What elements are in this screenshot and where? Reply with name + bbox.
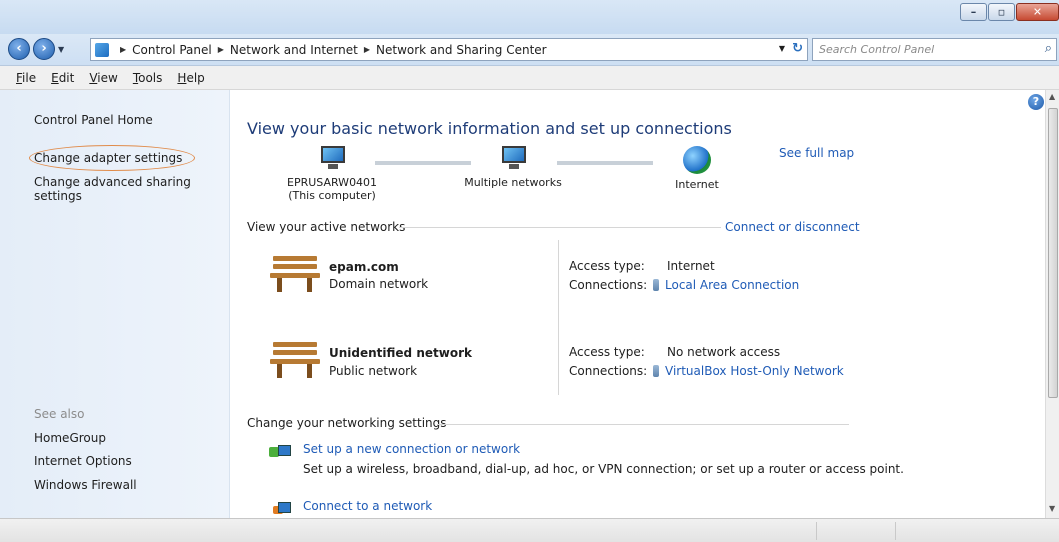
access-type-label: Access type: [569, 259, 645, 273]
menu-tools[interactable]: Tools [133, 71, 163, 85]
menu-file[interactable]: File [16, 71, 36, 85]
control-panel-icon [95, 42, 109, 57]
new-connection-icon [269, 443, 291, 461]
domain-network-icon [267, 254, 323, 294]
breadcrumb-control-panel[interactable]: Control Panel [132, 43, 212, 57]
network-type-link[interactable]: Public network [329, 364, 417, 378]
networks-label: Multiple networks [464, 176, 562, 189]
minimize-icon: – [970, 5, 977, 19]
connections-label: Connections: [569, 364, 648, 378]
status-bar [0, 518, 1059, 542]
divider [558, 240, 559, 395]
search-input[interactable]: Search Control Panel ⌕ [812, 38, 1057, 61]
map-internet-node[interactable]: Internet [659, 146, 735, 191]
search-icon[interactable]: ⌕ [1045, 41, 1052, 56]
active-networks-heading: View your active networks [247, 220, 406, 234]
computer-name: EPRUSARW0401 [287, 176, 378, 189]
status-divider [816, 522, 817, 540]
main-content: ? View your basic network information an… [231, 90, 1045, 518]
computer-icon [317, 146, 347, 170]
breadcrumb-separator-icon: ▶ [120, 45, 127, 54]
access-type-value: Internet [667, 259, 715, 273]
breadcrumb-separator-icon: ▶ [217, 45, 224, 54]
window-controls: – ▫ ✕ [959, 3, 1059, 21]
see-full-map-link[interactable]: See full map [779, 146, 854, 160]
network-adapter-icon [653, 365, 659, 377]
map-computer-node[interactable]: EPRUSARW0401 (This computer) [287, 146, 377, 202]
change-settings-heading: Change your networking settings [247, 416, 447, 430]
menu-help[interactable]: Help [177, 71, 204, 85]
back-button[interactable]: ‹ [8, 38, 30, 60]
recent-pages-dropdown[interactable]: ▼ [58, 45, 64, 54]
vertical-scrollbar[interactable]: ▲ ▼ [1045, 90, 1059, 518]
maximize-icon: ▫ [997, 5, 1006, 19]
access-type-label: Access type: [569, 345, 645, 359]
connection-link-label: VirtualBox Host-Only Network [665, 364, 844, 378]
scroll-down-arrow-icon[interactable]: ▼ [1049, 504, 1055, 513]
connect-network-icon [269, 500, 291, 518]
network-type-link[interactable]: Domain network [329, 277, 428, 291]
connection-link[interactable]: Local Area Connection [653, 278, 799, 292]
menu-view[interactable]: View [89, 71, 117, 85]
back-arrow-icon: ‹ [16, 41, 22, 56]
help-icon[interactable]: ? [1028, 94, 1044, 110]
connection-link-label: Local Area Connection [665, 278, 800, 292]
window-titlebar: – ▫ ✕ [0, 0, 1059, 34]
connect-or-disconnect-link[interactable]: Connect or disconnect [725, 220, 860, 234]
computer-sublabel: (This computer) [288, 189, 376, 202]
homegroup-link[interactable]: HomeGroup [34, 431, 106, 445]
setup-new-connection-link[interactable]: Set up a new connection or network [303, 442, 520, 456]
menu-edit[interactable]: Edit [51, 71, 74, 85]
windows-firewall-link[interactable]: Windows Firewall [34, 478, 137, 492]
connection-link[interactable]: VirtualBox Host-Only Network [653, 364, 844, 378]
minimize-button[interactable]: – [960, 3, 987, 21]
breadcrumb-network-internet[interactable]: Network and Internet [230, 43, 358, 57]
forward-arrow-icon: › [41, 41, 47, 56]
breadcrumb: ▶ Control Panel ▶ Network and Internet ▶… [114, 43, 547, 57]
internet-globe-icon [683, 146, 711, 174]
network-name: Unidentified network [329, 346, 472, 360]
maximize-button[interactable]: ▫ [988, 3, 1015, 21]
breadcrumb-separator-icon: ▶ [363, 45, 371, 54]
connect-to-network-link[interactable]: Connect to a network [303, 499, 432, 513]
close-icon: ✕ [1032, 5, 1043, 19]
address-bar[interactable]: ▶ Control Panel ▶ Network and Internet ▶… [90, 38, 808, 61]
address-history-dropdown[interactable]: ▼ [779, 44, 785, 53]
status-divider [895, 522, 896, 540]
scroll-thumb[interactable] [1048, 108, 1058, 398]
connections-label: Connections: [569, 278, 648, 292]
menu-bar: File Edit View Tools Help [0, 66, 1059, 90]
navigation-bar: ‹ › ▼ ▶ Control Panel ▶ Network and Inte… [0, 34, 1059, 66]
divider [399, 227, 721, 228]
internet-label: Internet [675, 178, 719, 191]
divider [437, 424, 849, 425]
map-networks-node[interactable]: Multiple networks [453, 146, 573, 189]
map-connection-line [557, 161, 653, 165]
control-panel-home-link[interactable]: Control Panel Home [34, 113, 153, 127]
refresh-icon[interactable]: ↻ [792, 41, 803, 56]
multiple-networks-icon [498, 146, 528, 170]
page-title: View your basic network information and … [247, 119, 732, 138]
task-pane: Control Panel Home Change adapter settin… [0, 90, 230, 518]
network-name: epam.com [329, 260, 399, 274]
scroll-up-arrow-icon[interactable]: ▲ [1049, 92, 1055, 101]
forward-button[interactable]: › [33, 38, 55, 60]
access-type-value: No network access [667, 345, 781, 359]
network-adapter-icon [653, 279, 659, 291]
change-advanced-sharing-link[interactable]: Change advanced sharing settings [34, 175, 204, 203]
breadcrumb-network-sharing[interactable]: Network and Sharing Center [376, 43, 547, 57]
search-placeholder: Search Control Panel [819, 43, 935, 56]
setup-new-connection-description: Set up a wireless, broadband, dial-up, a… [303, 462, 904, 476]
public-network-icon [267, 340, 323, 380]
see-also-heading: See also [34, 407, 85, 421]
internet-options-link[interactable]: Internet Options [34, 454, 132, 468]
close-button[interactable]: ✕ [1016, 3, 1059, 21]
change-adapter-settings-link[interactable]: Change adapter settings [34, 151, 182, 165]
